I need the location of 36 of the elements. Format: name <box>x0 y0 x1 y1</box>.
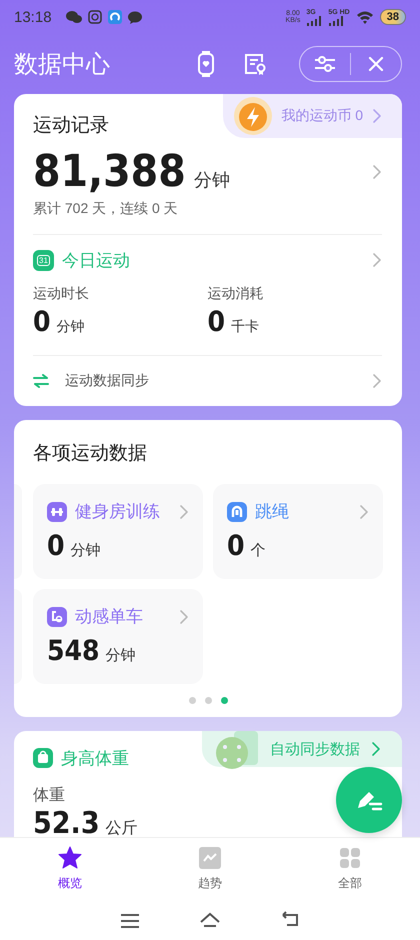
nav-tab[interactable]: 趋势 <box>140 838 280 900</box>
calendar-icon: 31 <box>33 250 54 270</box>
unit-label: 公斤 <box>106 818 138 837</box>
weight-value: 52.3 <box>33 806 100 837</box>
sport-name: 健身房训练 <box>75 501 161 523</box>
unit-label: 分钟 <box>106 646 136 665</box>
card-title: 各项运动数据 <box>33 442 148 466</box>
clock: 13:18 <box>14 8 52 26</box>
sport-tile[interactable]: 跳绳 0 个 <box>213 484 383 579</box>
stat-label: 运动时长 <box>33 285 90 303</box>
nav-tab[interactable]: 全部 <box>280 838 420 900</box>
sport-name: 动感单车 <box>75 606 144 628</box>
sport-value: 548 <box>47 634 100 668</box>
unit-label: 分钟 <box>70 541 101 560</box>
metric-label: 体重 <box>33 786 65 806</box>
battery-indicator: 38 <box>380 9 406 25</box>
sync-label[interactable]: 运动数据同步 <box>65 372 371 390</box>
stat-value: 0 <box>33 305 51 339</box>
stat-value: 0 <box>208 305 226 339</box>
unit-label: 分钟 <box>194 169 230 192</box>
sport-tile[interactable]: 健身房训练 0 分钟 <box>33 484 203 579</box>
page-title: 数据中心 <box>14 50 111 80</box>
nav-tab[interactable]: 概览 <box>0 838 140 900</box>
summary-text: 累计 702 天，连续 0 天 <box>33 200 179 218</box>
stat-label: 运动消耗 <box>208 285 264 303</box>
sport-tile[interactable]: 动感单车 548 分钟 <box>33 589 203 684</box>
unit-label: 个 <box>250 541 266 560</box>
sport-value: 0 <box>227 529 245 563</box>
sport-name: 跳绳 <box>255 501 290 523</box>
section-title: 身高体重 <box>61 748 129 770</box>
sport-value: 0 <box>47 529 65 563</box>
unit-label: 分钟 <box>56 318 85 336</box>
section-title: 今日运动 <box>62 250 131 272</box>
card-title: 运动记录 <box>33 114 109 138</box>
total-minutes: 81,388 <box>33 146 186 198</box>
unit-label: 千卡 <box>231 318 260 336</box>
